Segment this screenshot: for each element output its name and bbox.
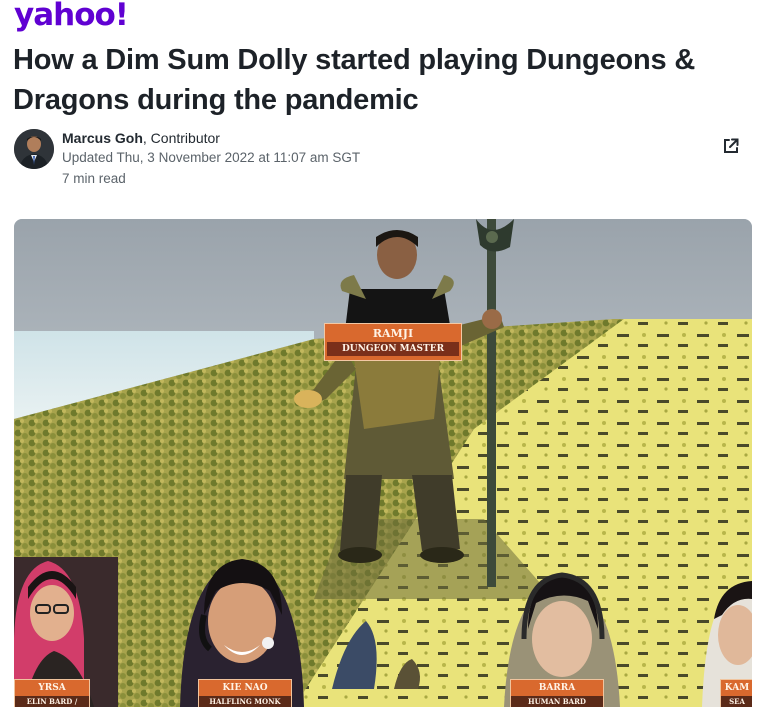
byline: Marcus Goh, Contributor Updated Thu, 3 N… <box>14 129 754 189</box>
author-role: , Contributor <box>142 130 220 146</box>
author-name[interactable]: Marcus Goh <box>62 130 143 146</box>
share-button[interactable] <box>714 129 748 163</box>
player-tag-1: YRSA ELIN BARD / FIGHTER <box>14 679 90 707</box>
player-name: KAM <box>724 683 750 693</box>
hero-image[interactable]: RAMJI DUNGEON MASTER YRSA ELIN BARD / FI… <box>14 219 752 707</box>
hero-illustration <box>14 219 752 707</box>
player-name: YRSA <box>38 683 66 693</box>
player-role: HALFLING MONK <box>199 696 291 707</box>
author-line: Marcus Goh, Contributor <box>62 130 220 146</box>
share-external-icon <box>724 138 739 153</box>
player-name: BARRA <box>538 683 576 693</box>
player-role: HUMAN BARD <box>511 696 603 707</box>
player-tag-2: KIE NAO HALFLING MONK <box>198 679 292 707</box>
player-role: SEA <box>721 696 752 707</box>
player-role: ELIN BARD / FIGHTER <box>15 696 89 707</box>
article-headline: How a Dim Sum Dolly started playing Dung… <box>13 44 696 116</box>
player-name: KIE NAO <box>222 683 268 693</box>
dungeon-master-name: RAMJI <box>372 327 414 340</box>
updated-timestamp: Updated Thu, 3 November 2022 at 11:07 am… <box>62 150 361 165</box>
yahoo-logo[interactable]: yahoo! <box>14 0 129 33</box>
author-avatar[interactable] <box>14 129 54 169</box>
player-tag-4: KAM SEA <box>720 679 752 707</box>
dungeon-master-role: DUNGEON MASTER <box>327 342 459 356</box>
read-time: 7 min read <box>62 171 126 186</box>
dungeon-master-tag: RAMJI DUNGEON MASTER <box>324 323 462 361</box>
player-tag-3: BARRA HUMAN BARD <box>510 679 604 707</box>
